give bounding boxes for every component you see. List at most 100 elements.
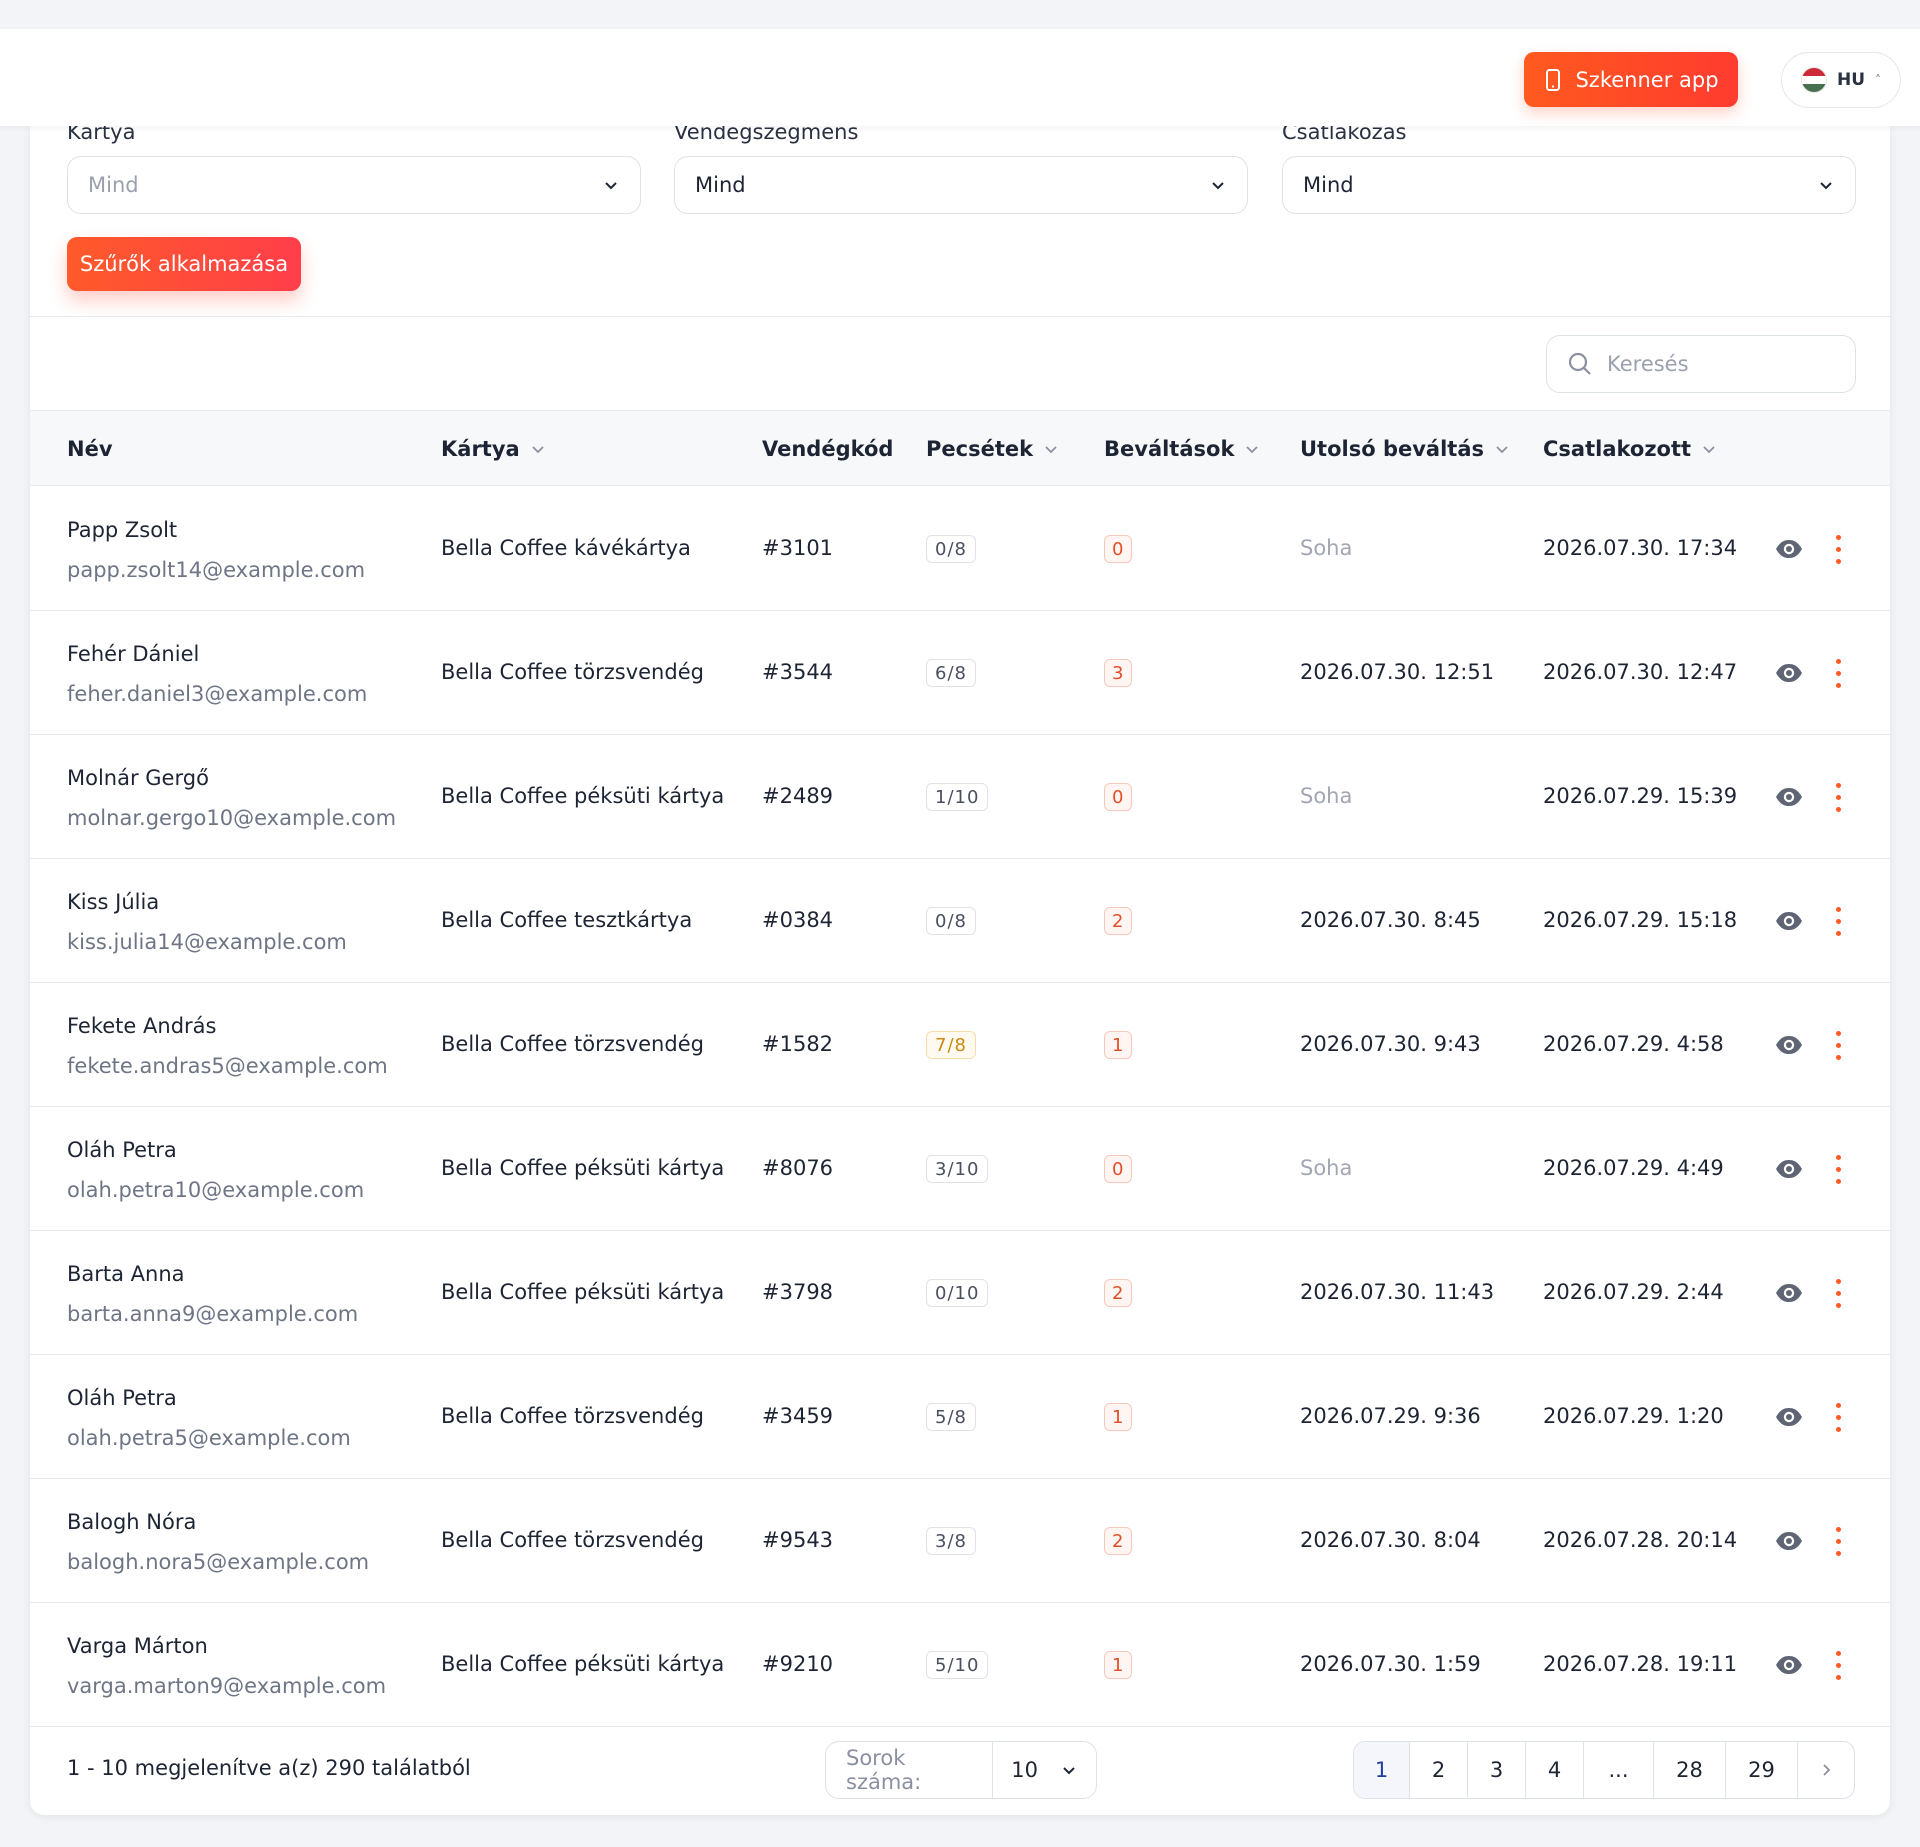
next-page-button[interactable] (1798, 1742, 1854, 1798)
table-row[interactable]: Barta Anna barta.anna9@example.com Bella C… (30, 1231, 1890, 1355)
pagination-page-1[interactable]: 1 (1354, 1742, 1410, 1798)
more-actions-icon[interactable] (1830, 779, 1846, 815)
language-selector[interactable]: HU ˄ (1781, 52, 1901, 108)
card-name: Bella Coffee péksüti kártya (441, 1280, 725, 1304)
more-actions-icon[interactable] (1830, 1027, 1846, 1063)
more-actions-icon[interactable] (1830, 531, 1846, 567)
search-input[interactable] (1607, 352, 1827, 376)
last-redemption: 2026.07.30. 9:43 (1300, 1032, 1481, 1056)
pagination: 1 2 3 4... 28 29 (1353, 1741, 1855, 1799)
pagination-page-29[interactable]: 29 (1726, 1742, 1798, 1798)
segment-filter-label: Vendégszegmens (674, 126, 859, 144)
redemptions-badge: 0 (1104, 535, 1133, 563)
more-actions-icon[interactable] (1830, 1523, 1846, 1559)
scanner-app-button[interactable]: Szkenner app (1524, 52, 1738, 107)
eye-icon[interactable] (1774, 1278, 1804, 1308)
pagination-page-2[interactable]: 2 (1410, 1742, 1468, 1798)
more-actions-icon[interactable] (1830, 1151, 1846, 1187)
table-row[interactable]: Balogh Nóra balogh.nora5@example.com Bella… (30, 1479, 1890, 1603)
chevron-down-icon (1820, 182, 1832, 190)
redemptions-badge: 2 (1104, 1279, 1133, 1307)
rows-per-page-value: 10 (1011, 1758, 1038, 1782)
last-redemption: 2026.07.30. 12:51 (1300, 660, 1495, 684)
eye-icon[interactable] (1774, 1154, 1804, 1184)
customer-email: feher.daniel3@example.com (67, 682, 368, 706)
more-actions-icon[interactable] (1830, 1275, 1846, 1311)
column-header-name: Név (67, 411, 113, 487)
table-row[interactable]: Fekete András fekete.andras5@example.com B… (30, 983, 1890, 1107)
joined-date: 2026.07.29. 15:18 (1543, 908, 1738, 932)
redemptions-badge: 3 (1104, 659, 1133, 687)
more-actions-icon[interactable] (1830, 903, 1846, 939)
apply-filters-button[interactable]: Szűrők alkalmazása (67, 237, 301, 291)
column-header-card-label: Kártya (441, 437, 520, 461)
segment-filter-value: Mind (695, 173, 746, 197)
eye-icon[interactable] (1774, 782, 1804, 812)
column-header-card[interactable]: Kártya (441, 411, 546, 487)
card-name: Bella Coffee péksüti kártya (441, 1156, 725, 1180)
hungarian-flag-icon (1800, 67, 1827, 93)
redemptions-badge: 0 (1104, 783, 1133, 811)
card-filter-select[interactable]: Mind (67, 156, 641, 214)
eye-icon[interactable] (1774, 1526, 1804, 1556)
customer-email: barta.anna9@example.com (67, 1302, 359, 1326)
joined-date: 2026.07.28. 19:11 (1543, 1652, 1738, 1676)
table-footer: 1 - 10 megjelenítve a(z) 290 találatból … (30, 1724, 1890, 1815)
column-header-stamps[interactable]: Pecsétek (926, 411, 1059, 487)
customer-email: olah.petra10@example.com (67, 1178, 365, 1202)
card-name: Bella Coffee törzsvendég (441, 660, 704, 684)
customer-name: Fehér Dániel (67, 642, 200, 666)
joined-date: 2026.07.29. 4:49 (1543, 1156, 1724, 1180)
pagination-ellipsis: ... (1584, 1742, 1654, 1798)
column-header-last-redemption[interactable]: Utolsó beváltás (1300, 411, 1510, 487)
pagination-page-3[interactable]: 3 (1468, 1742, 1526, 1798)
card-name: Bella Coffee törzsvendég (441, 1404, 704, 1428)
chevron-down-icon (605, 182, 617, 190)
guest-code: #9543 (762, 1528, 834, 1552)
pagination-page-28[interactable]: 28 (1654, 1742, 1726, 1798)
results-summary: 1 - 10 megjelenítve a(z) 290 találatból (67, 1756, 471, 1780)
redemptions-badge: 2 (1104, 907, 1133, 935)
table-row[interactable]: Molnár Gergő molnar.gergo10@example.com Be… (30, 735, 1890, 859)
redemptions-badge: 0 (1104, 1155, 1133, 1183)
eye-icon[interactable] (1774, 534, 1804, 564)
redemptions-badge: 1 (1104, 1651, 1133, 1679)
pagination-page-4[interactable]: 4 (1526, 1742, 1584, 1798)
filters-divider (30, 316, 1890, 317)
customer-email: kiss.julia14@example.com (67, 930, 347, 954)
eye-icon[interactable] (1774, 906, 1804, 936)
table-row[interactable]: Kiss Júlia kiss.julia14@example.com Bella … (30, 859, 1890, 983)
stamps-badge: 0/8 (926, 535, 976, 563)
guest-code: #9210 (762, 1652, 834, 1676)
stamps-badge: 6/8 (926, 659, 976, 687)
table-row[interactable]: Fehér Dániel feher.daniel3@example.com Bel… (30, 611, 1890, 735)
guest-code: #8076 (762, 1156, 834, 1180)
table-row[interactable]: Papp Zsolt papp.zsolt14@example.com Bella … (30, 487, 1890, 611)
eye-icon[interactable] (1774, 1650, 1804, 1680)
customer-name: Balogh Nóra (67, 1510, 197, 1534)
eye-icon[interactable] (1774, 1402, 1804, 1432)
customer-name: Molnár Gergő (67, 766, 209, 790)
joined-filter-select[interactable]: Mind (1282, 156, 1856, 214)
more-actions-icon[interactable] (1830, 1647, 1846, 1683)
more-actions-icon[interactable] (1830, 1399, 1846, 1435)
customer-email: fekete.andras5@example.com (67, 1054, 388, 1078)
more-actions-icon[interactable] (1830, 655, 1846, 691)
chevron-down-icon (532, 446, 544, 454)
table-row[interactable]: Oláh Petra olah.petra5@example.com Bella C… (30, 1355, 1890, 1479)
eye-icon[interactable] (1774, 658, 1804, 688)
table-row[interactable]: Varga Márton varga.marton9@example.com Bel… (30, 1603, 1890, 1727)
chevron-right-icon (1823, 1764, 1831, 1776)
rows-per-page-select[interactable]: Sorok száma: 10 (825, 1741, 1097, 1799)
column-header-joined[interactable]: Csatlakozott (1543, 411, 1717, 487)
customers-card: Kártya Mind Vendégszegmens Mind Csatlako… (30, 126, 1890, 1815)
column-header-redemptions[interactable]: Beváltások (1104, 411, 1260, 487)
customer-email: olah.petra5@example.com (67, 1426, 351, 1450)
search-box[interactable] (1546, 335, 1856, 393)
chevron-down-icon (1212, 182, 1224, 190)
stamps-badge: 1/10 (926, 783, 989, 811)
table-row[interactable]: Oláh Petra olah.petra10@example.com Bella … (30, 1107, 1890, 1231)
segment-filter-select[interactable]: Mind (674, 156, 1248, 214)
customer-name: Barta Anna (67, 1262, 185, 1286)
eye-icon[interactable] (1774, 1030, 1804, 1060)
